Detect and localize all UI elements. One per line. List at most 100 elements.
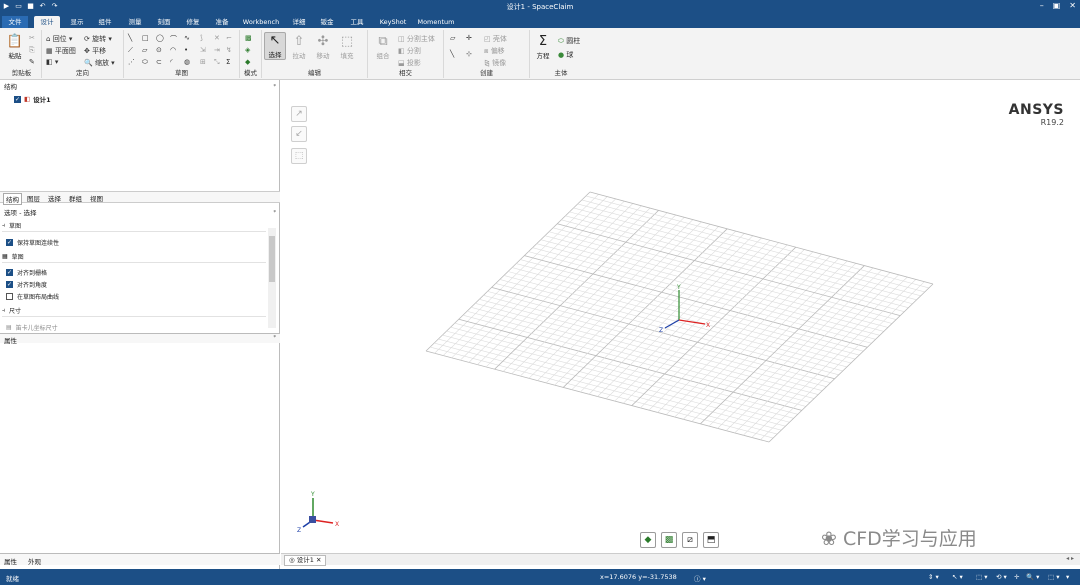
fill-button[interactable]: ⬚ 填充	[336, 34, 358, 60]
plan-view-button[interactable]: ▦ 平面图	[46, 46, 76, 56]
more-icon[interactable]: ▾	[1066, 573, 1069, 581]
pin-icon[interactable]: ᵠ	[274, 208, 277, 218]
option-row[interactable]: ▤ 笛卡儿坐标尺寸	[6, 323, 58, 332]
copy-icon[interactable]: ⎘	[29, 46, 35, 55]
option-checkbox[interactable]: ✓	[6, 269, 13, 276]
tab-appearance[interactable]: 外观	[28, 556, 41, 566]
split-curve-icon[interactable]: ⇲	[200, 46, 206, 54]
arc-tool-icon[interactable]: ⌒	[170, 34, 177, 44]
tab-groups[interactable]: 群组	[67, 193, 84, 203]
option-checkbox[interactable]: ✓	[6, 281, 13, 288]
rotate-button[interactable]: ⟳ 旋转 ▾	[84, 34, 112, 44]
tab-sheet-metal[interactable]: 钣金	[314, 16, 340, 28]
sweep-arc-icon[interactable]: ◠	[170, 46, 176, 54]
selection-filter-icon[interactable]: ⇕ ▾	[928, 573, 939, 581]
bend-icon[interactable]: ↯	[226, 46, 232, 54]
options-scrollbar[interactable]	[268, 228, 276, 328]
split-button[interactable]: ◧ 分割	[398, 46, 421, 56]
options-section-header[interactable]: ⫞ 尺寸	[2, 306, 266, 317]
option-row[interactable]: ✓ 对齐到角度	[6, 280, 47, 289]
origin-icon[interactable]: ✛	[466, 34, 472, 42]
graphics-viewport[interactable]: ↗ ↙ ⬚ ANSYS R19.2 Y X Z Y X Z ❀ CFD学习与应用…	[281, 80, 1080, 553]
select-plane-tool-icon[interactable]: ⧄	[682, 532, 698, 548]
document-tab[interactable]: ◎ 设计1 ✕	[284, 555, 327, 566]
offset-button[interactable]: ⧈ 偏移	[484, 46, 505, 56]
pin-icon[interactable]: ᵠ	[274, 334, 277, 341]
spin-icon[interactable]: ⟲ ▾	[996, 573, 1007, 581]
minimize-button[interactable]: –	[1040, 1, 1044, 10]
tab-facets[interactable]: 刻面	[151, 16, 177, 28]
tab-layers[interactable]: 图层	[25, 193, 42, 203]
point-tool-icon[interactable]: •	[184, 46, 188, 54]
options-section-header[interactable]: ⫞ 草图	[2, 221, 266, 232]
pan-button[interactable]: ✥ 平移	[84, 46, 106, 56]
maximize-button[interactable]: ▣	[1053, 1, 1061, 10]
ellipse-tool-icon[interactable]: ⬭	[142, 58, 148, 67]
tab-detail[interactable]: 详细	[286, 16, 312, 28]
select-button[interactable]: ↖ 选择	[264, 32, 286, 60]
scale-icon[interactable]: ⤡	[214, 58, 220, 67]
polygon-tool-icon[interactable]: ▱	[142, 46, 147, 54]
home-view-button[interactable]: ⌂ 回位 ▾	[46, 34, 72, 44]
cylinder-button[interactable]: ⬭ 圆柱	[558, 36, 580, 46]
trim-icon[interactable]: ✕	[214, 34, 220, 42]
view-cube-status-icon[interactable]: ⬚ ▾	[1048, 573, 1059, 581]
sketch-plane-tool-icon[interactable]: ◆	[640, 532, 656, 548]
equation-curve-icon[interactable]: Σ	[226, 58, 230, 66]
option-checkbox[interactable]	[6, 293, 13, 300]
scrollbar-thumb[interactable]	[269, 236, 275, 282]
tab-views[interactable]: 视图	[88, 193, 105, 203]
visibility-checkbox[interactable]: ✓	[14, 95, 21, 103]
line-tool-icon[interactable]: ╲	[128, 34, 132, 42]
slot-tool-icon[interactable]: ⊂	[156, 58, 162, 66]
tab-properties[interactable]: 属性	[4, 556, 17, 566]
move-button[interactable]: ✣ 移动	[312, 34, 334, 60]
three-point-arc-icon[interactable]: ◜	[170, 58, 173, 66]
offset-curve-icon[interactable]: ⟆	[200, 34, 203, 42]
tab-selection[interactable]: 选择	[46, 193, 63, 203]
option-row[interactable]: 在草图布局曲线	[6, 292, 59, 301]
option-row[interactable]: ✓ 对齐到栅格	[6, 268, 47, 277]
move-grid-icon[interactable]: ⊞	[200, 58, 206, 66]
option-checkbox[interactable]: ✓	[6, 239, 13, 246]
close-tab-icon[interactable]: ✕	[316, 556, 321, 564]
combine-button[interactable]: ⧉ 组合	[372, 34, 394, 60]
tab-measure[interactable]: 测量	[122, 16, 148, 28]
option-row[interactable]: ✓ 保持草图连续性	[6, 238, 59, 247]
zoom-status-icon[interactable]: 🔍 ▾	[1026, 573, 1039, 581]
pin-icon[interactable]: ᵠ	[274, 82, 277, 92]
display-mode-icon[interactable]: ⬚ ▾	[976, 573, 987, 581]
extend-icon[interactable]: ⇥	[214, 46, 220, 54]
return-3d-tool-icon[interactable]: ⬒	[703, 532, 719, 548]
rectangle-tool-icon[interactable]: □	[142, 34, 149, 42]
view-cube-button[interactable]: ◧ ▾	[46, 58, 58, 66]
tab-assembly[interactable]: 组件	[92, 16, 118, 28]
tab-structure[interactable]: 结构	[3, 193, 22, 205]
three-point-circle-icon[interactable]: ⊙	[156, 46, 162, 54]
equation-button[interactable]: Σ 方程	[532, 34, 554, 60]
circle-tool-icon[interactable]: ◯	[156, 34, 164, 42]
tab-display[interactable]: 显示	[64, 16, 90, 28]
point-icon[interactable]: ⊹	[466, 50, 472, 58]
3d-mode-icon[interactable]: ◆	[245, 58, 250, 66]
face-curve-icon[interactable]: ◍	[184, 58, 190, 66]
plane-icon[interactable]: ▱	[450, 34, 455, 42]
close-button[interactable]: ✕	[1069, 1, 1076, 10]
tree-item-design[interactable]: ✓ ◧ 设计1	[14, 94, 51, 104]
cursor-select-icon[interactable]: ↖ ▾	[952, 573, 963, 581]
tab-nav-arrows-icon[interactable]: ◂ ▸	[1066, 555, 1074, 562]
tab-tools[interactable]: 工具	[344, 16, 370, 28]
split-body-button[interactable]: ◫ 分割主体	[398, 34, 435, 44]
tab-keyshot[interactable]: KeyShot	[378, 16, 408, 28]
pull-button[interactable]: ⇧ 拉动	[288, 34, 310, 60]
spline-tool-icon[interactable]: ∿	[184, 34, 190, 42]
tab-momentum[interactable]: Momentum	[416, 16, 456, 28]
shell-button[interactable]: ◰ 壳体	[484, 34, 507, 44]
tab-design[interactable]: 设计	[34, 16, 60, 28]
options-section-header[interactable]: ▦ 草图	[2, 252, 266, 263]
grid-tool-icon[interactable]: ▩	[661, 532, 677, 548]
section-mode-icon[interactable]: ◈	[245, 46, 250, 54]
cut-icon[interactable]: ✂	[29, 34, 35, 42]
tab-file[interactable]: 文件	[2, 16, 28, 28]
tangent-line-icon[interactable]: ⟋	[128, 46, 133, 55]
